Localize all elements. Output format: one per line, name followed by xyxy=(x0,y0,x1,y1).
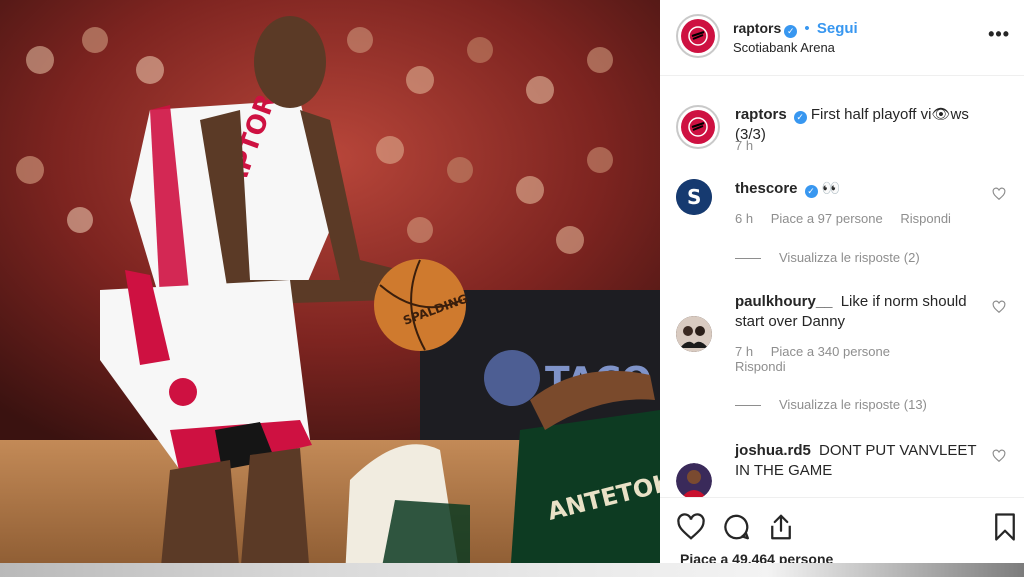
raptors-avatar[interactable] xyxy=(676,14,720,58)
bookmark-icon[interactable] xyxy=(990,512,1020,542)
divider-line xyxy=(735,405,761,407)
comment-username[interactable]: thescore xyxy=(735,180,798,197)
post-header: raptors ✓ • Segui Scotiabank Arena ••• xyxy=(660,0,1024,76)
reply-button[interactable]: Rispondi xyxy=(735,359,786,374)
heart-icon[interactable] xyxy=(992,449,1006,463)
view-replies-button[interactable]: Visualizza le risposte (13) xyxy=(735,397,927,412)
comment-text: 👀 xyxy=(821,180,841,197)
user-avatar-icon xyxy=(676,316,712,352)
comment-username[interactable]: paulkhoury__ xyxy=(735,293,833,310)
reply-button[interactable]: Rispondi xyxy=(900,211,951,226)
heart-icon[interactable] xyxy=(992,300,1006,314)
view-replies-label: Visualizza le risposte (13) xyxy=(779,397,927,412)
paulkhoury-avatar[interactable] xyxy=(676,316,712,352)
post-photo[interactable]: TACO RAPTORS SPALDING ANTETOKOUNMPO xyxy=(0,0,660,577)
comment-bubble-icon[interactable] xyxy=(721,512,751,542)
comment-item: paulkhoury__ Like if norm should start o… xyxy=(676,292,1016,422)
follow-button[interactable]: Segui xyxy=(817,20,858,37)
svg-text:S: S xyxy=(687,185,701,209)
caption-username[interactable]: raptors xyxy=(735,106,787,123)
comment-meta: 6 h Piace a 97 persone Rispondi xyxy=(735,211,965,226)
header-username[interactable]: raptors xyxy=(733,20,781,36)
comment-item: S thescore ✓ 👀 6 h Piace a 97 persone Ris… xyxy=(676,179,1016,279)
view-replies-label: Visualizza le risposte (2) xyxy=(779,250,920,265)
heart-icon[interactable] xyxy=(992,187,1006,201)
caption-entry: raptors ✓ First half playoff vi👁ws (3/3) … xyxy=(676,105,1016,165)
comments-list[interactable]: raptors ✓ First half playoff vi👁ws (3/3) … xyxy=(660,77,1024,497)
comment-likes[interactable]: Piace a 97 persone xyxy=(771,211,883,226)
comment-item: joshua.rd5 DONT PUT VANVLEET IN THE GAME xyxy=(676,441,1016,497)
comment-likes[interactable]: Piace a 340 persone xyxy=(771,344,890,359)
comment-time: 6 h xyxy=(735,211,754,226)
caption-time: 7 h xyxy=(735,138,754,153)
basketball-photo: TACO RAPTORS SPALDING ANTETOKOUNMPO xyxy=(0,0,660,577)
post-side-panel: raptors ✓ • Segui Scotiabank Arena ••• ra… xyxy=(660,0,1024,577)
caption-avatar[interactable] xyxy=(676,105,720,149)
separator-dot: • xyxy=(804,20,810,37)
view-replies-button[interactable]: Visualizza le risposte (2) xyxy=(735,250,920,265)
share-icon[interactable] xyxy=(766,512,796,542)
verified-icon: ✓ xyxy=(793,111,807,124)
thescore-avatar[interactable]: S xyxy=(676,179,712,215)
caption-text-block: raptors ✓ First half playoff vi👁ws (3/3) xyxy=(735,105,985,145)
more-options-icon[interactable]: ••• xyxy=(988,24,1010,45)
raptors-logo-icon xyxy=(688,117,708,137)
comment-time: 7 h xyxy=(735,344,754,359)
comment-text-block: paulkhoury__ Like if norm should start o… xyxy=(735,292,985,332)
verified-icon: ✓ xyxy=(804,185,818,198)
caption-meta: 7 h xyxy=(735,138,767,153)
like-heart-icon[interactable] xyxy=(676,512,706,542)
thescore-logo-icon: S xyxy=(676,179,712,215)
location-link[interactable]: Scotiabank Arena xyxy=(733,40,835,55)
verified-icon: ✓ xyxy=(784,25,798,38)
raptors-logo-icon xyxy=(688,26,708,46)
joshua-avatar[interactable] xyxy=(676,463,712,497)
comment-username[interactable]: joshua.rd5 xyxy=(735,442,811,459)
bottom-strip xyxy=(0,563,1024,577)
comment-text-block: thescore ✓ 👀 xyxy=(735,179,985,199)
comment-text-block: joshua.rd5 DONT PUT VANVLEET IN THE GAME xyxy=(735,441,985,481)
header-user-line: raptors ✓ • Segui xyxy=(733,20,858,38)
comment-meta: 7 h Piace a 340 persone Rispondi xyxy=(735,344,935,374)
divider-line xyxy=(735,258,761,260)
user-avatar-icon xyxy=(676,463,712,497)
